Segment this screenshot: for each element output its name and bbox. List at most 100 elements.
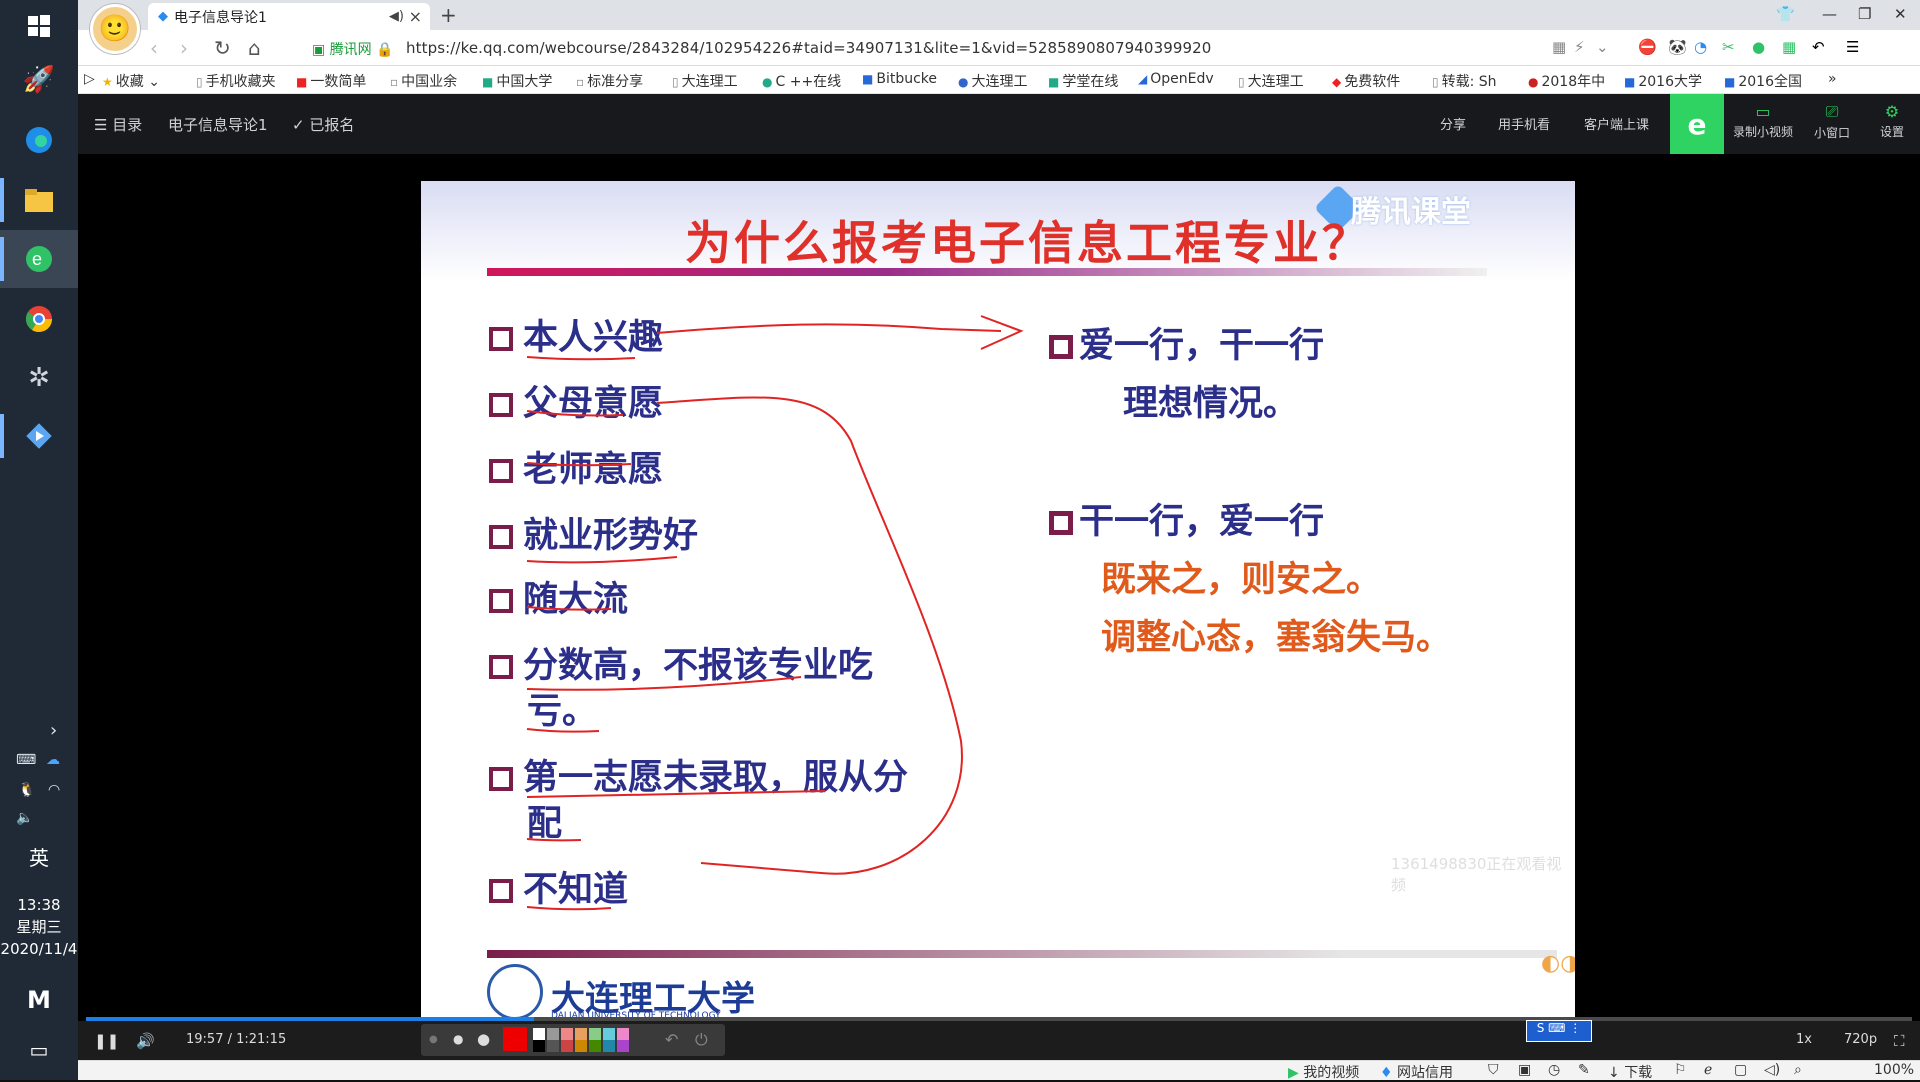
user-avatar[interactable]: 🙂: [90, 4, 140, 54]
apps-icon[interactable]: ▦: [1782, 38, 1796, 56]
history-icon[interactable]: ◷: [1548, 1062, 1560, 1078]
clock[interactable]: 13:38 星期三 2020/11/4: [0, 894, 78, 960]
secure-site-badge[interactable]: ▣ 腾讯网 🔒: [312, 39, 394, 59]
notification-icon[interactable]: ▭: [19, 1030, 59, 1070]
adblock-icon[interactable]: ⛔: [1638, 38, 1657, 56]
bookmarks-more-icon[interactable]: »: [1828, 71, 1837, 87]
bookmark-item[interactable]: ● 2018年中: [1528, 71, 1605, 91]
sound-icon[interactable]: ◁): [1764, 1062, 1780, 1078]
bookmark-item[interactable]: ▯ 大连理工: [672, 71, 738, 91]
image-icon[interactable]: ▣: [1518, 1062, 1531, 1078]
ie-icon[interactable]: ℯ: [1704, 1062, 1712, 1078]
dot-small-icon[interactable]: ●: [429, 1034, 438, 1045]
back-icon[interactable]: ‹: [150, 36, 158, 60]
tray-expand-icon[interactable]: ›: [50, 720, 57, 741]
selected-color-swatch[interactable]: [503, 1027, 527, 1051]
download-button[interactable]: ↓ 下载: [1608, 1062, 1652, 1082]
pin-icon[interactable]: ✎: [1578, 1062, 1590, 1078]
scissors-icon[interactable]: ✂: [1722, 38, 1735, 56]
ime-indicator[interactable]: 英: [0, 842, 78, 871]
mini-window-button[interactable]: ⎚ 小窗口: [1802, 102, 1862, 141]
reload-icon[interactable]: ↻: [214, 36, 231, 60]
color-swatch[interactable]: [603, 1028, 615, 1040]
color-swatch[interactable]: [561, 1028, 573, 1040]
share-button[interactable]: 分享: [1440, 114, 1466, 133]
window-icon[interactable]: ▢: [1734, 1062, 1747, 1078]
dropdown-icon[interactable]: ⌄: [1596, 38, 1609, 56]
tab-close-icon[interactable]: ×: [409, 7, 422, 26]
settings-button[interactable]: ⚙ 设置: [1862, 102, 1920, 140]
onedrive-icon[interactable]: ☁: [46, 752, 60, 768]
zoom-icon[interactable]: ⌕: [1794, 1062, 1802, 1078]
color-swatch[interactable]: [547, 1040, 559, 1052]
bookmark-item[interactable]: ★ 收藏 ⌄: [102, 71, 160, 91]
bookmark-item[interactable]: ■ 学堂在线: [1048, 71, 1118, 91]
360-browser-icon[interactable]: e: [19, 239, 59, 279]
color-swatch[interactable]: [617, 1028, 629, 1040]
shield-icon[interactable]: ⛉: [1488, 1062, 1499, 1078]
speed-icon[interactable]: ⚡: [1574, 38, 1585, 56]
extension-icon[interactable]: 🐼: [1668, 38, 1687, 56]
zoom-level[interactable]: 100%: [1874, 1062, 1914, 1078]
url-input[interactable]: https://ke.qq.com/webcourse/2843284/1029…: [406, 39, 1211, 57]
bookmark-item[interactable]: ■ Bitbucke: [862, 71, 937, 87]
bookmark-item[interactable]: ▯ 转载: Sh: [1432, 71, 1497, 91]
bookmark-item[interactable]: ■ 2016全国: [1724, 71, 1802, 91]
tab-audio-icon[interactable]: ◀): [389, 9, 404, 24]
dot-medium-icon[interactable]: ●: [453, 1032, 463, 1046]
file-explorer-icon[interactable]: [19, 180, 59, 220]
bookmark-item[interactable]: ▯ 手机收藏夹: [196, 71, 276, 91]
bookmark-item[interactable]: ▯ 大连理工: [1238, 71, 1304, 91]
bookmark-item[interactable]: ● 大连理工: [958, 71, 1027, 91]
volume-icon[interactable]: 🔊: [136, 1032, 155, 1050]
color-swatch[interactable]: [603, 1040, 615, 1052]
quality-button[interactable]: 720p: [1844, 1032, 1877, 1047]
menu-icon[interactable]: ☰: [1846, 38, 1859, 56]
color-swatch[interactable]: [589, 1028, 601, 1040]
home-icon[interactable]: ⌂: [248, 36, 261, 60]
color-swatch[interactable]: [533, 1040, 545, 1052]
bookmark-item[interactable]: ◆ 免费软件: [1332, 71, 1400, 91]
new-tab-button[interactable]: +: [440, 3, 457, 27]
color-swatch[interactable]: [547, 1028, 559, 1040]
undo-icon[interactable]: ↶: [665, 1030, 678, 1049]
qr-icon[interactable]: ▦: [1552, 38, 1566, 56]
m-app-icon[interactable]: M: [19, 980, 59, 1020]
fullscreen-icon[interactable]: ⛶: [1894, 1032, 1905, 1050]
bookmark-item[interactable]: ● C ++在线: [762, 71, 841, 91]
atom-app-icon[interactable]: ✲: [19, 358, 59, 398]
bookmark-item[interactable]: ▫ 中国业余: [390, 71, 457, 91]
restore-button[interactable]: ❐: [1858, 5, 1871, 23]
speed-button[interactable]: 1x: [1796, 1032, 1812, 1047]
dot-large-icon[interactable]: ●: [477, 1030, 490, 1048]
pause-icon[interactable]: ❚❚: [94, 1032, 119, 1050]
tencent-classroom-icon[interactable]: [19, 416, 59, 456]
chrome-icon[interactable]: [19, 299, 59, 339]
translate-icon[interactable]: ◔: [1694, 38, 1707, 56]
record-video-button[interactable]: ▭ 录制小视频: [1724, 102, 1802, 140]
my-video-button[interactable]: ▶ 我的视频: [1288, 1062, 1359, 1082]
minimize-button[interactable]: —: [1822, 5, 1837, 23]
keyboard-icon[interactable]: ⌨: [16, 752, 36, 768]
flag-icon[interactable]: ⚐: [1674, 1062, 1687, 1078]
close-window-button[interactable]: ✕: [1894, 5, 1907, 23]
color-swatch[interactable]: [575, 1028, 587, 1040]
bookmark-item[interactable]: ■ 一数简单: [296, 71, 366, 91]
windows-start-icon[interactable]: [19, 6, 59, 46]
color-swatch[interactable]: [561, 1040, 573, 1052]
color-swatch[interactable]: [533, 1028, 545, 1040]
menu-button[interactable]: ☰ 目录: [94, 114, 142, 135]
tab-active[interactable]: ◆ 电子信息导论1 ◀) ×: [148, 3, 430, 30]
volume-icon[interactable]: 🔈: [16, 810, 33, 826]
forward-icon[interactable]: ›: [180, 36, 188, 60]
rocket-app-icon[interactable]: 🚀: [19, 60, 59, 100]
qq-icon[interactable]: 🐧: [18, 782, 35, 798]
color-swatch[interactable]: [589, 1040, 601, 1052]
ad-filter-icon[interactable]: ●: [1752, 38, 1765, 56]
undo-icon[interactable]: ↶: [1812, 38, 1825, 56]
bookmark-item[interactable]: ▫ 标准分享: [576, 71, 643, 91]
client-class-button[interactable]: 客户端上课: [1584, 114, 1649, 133]
shirt-skin-icon[interactable]: 👕: [1776, 5, 1795, 23]
site-trust-button[interactable]: ♦ 网站信用: [1380, 1062, 1453, 1082]
sogou-ime-bar[interactable]: S ⌨ ⋮: [1526, 1020, 1592, 1042]
